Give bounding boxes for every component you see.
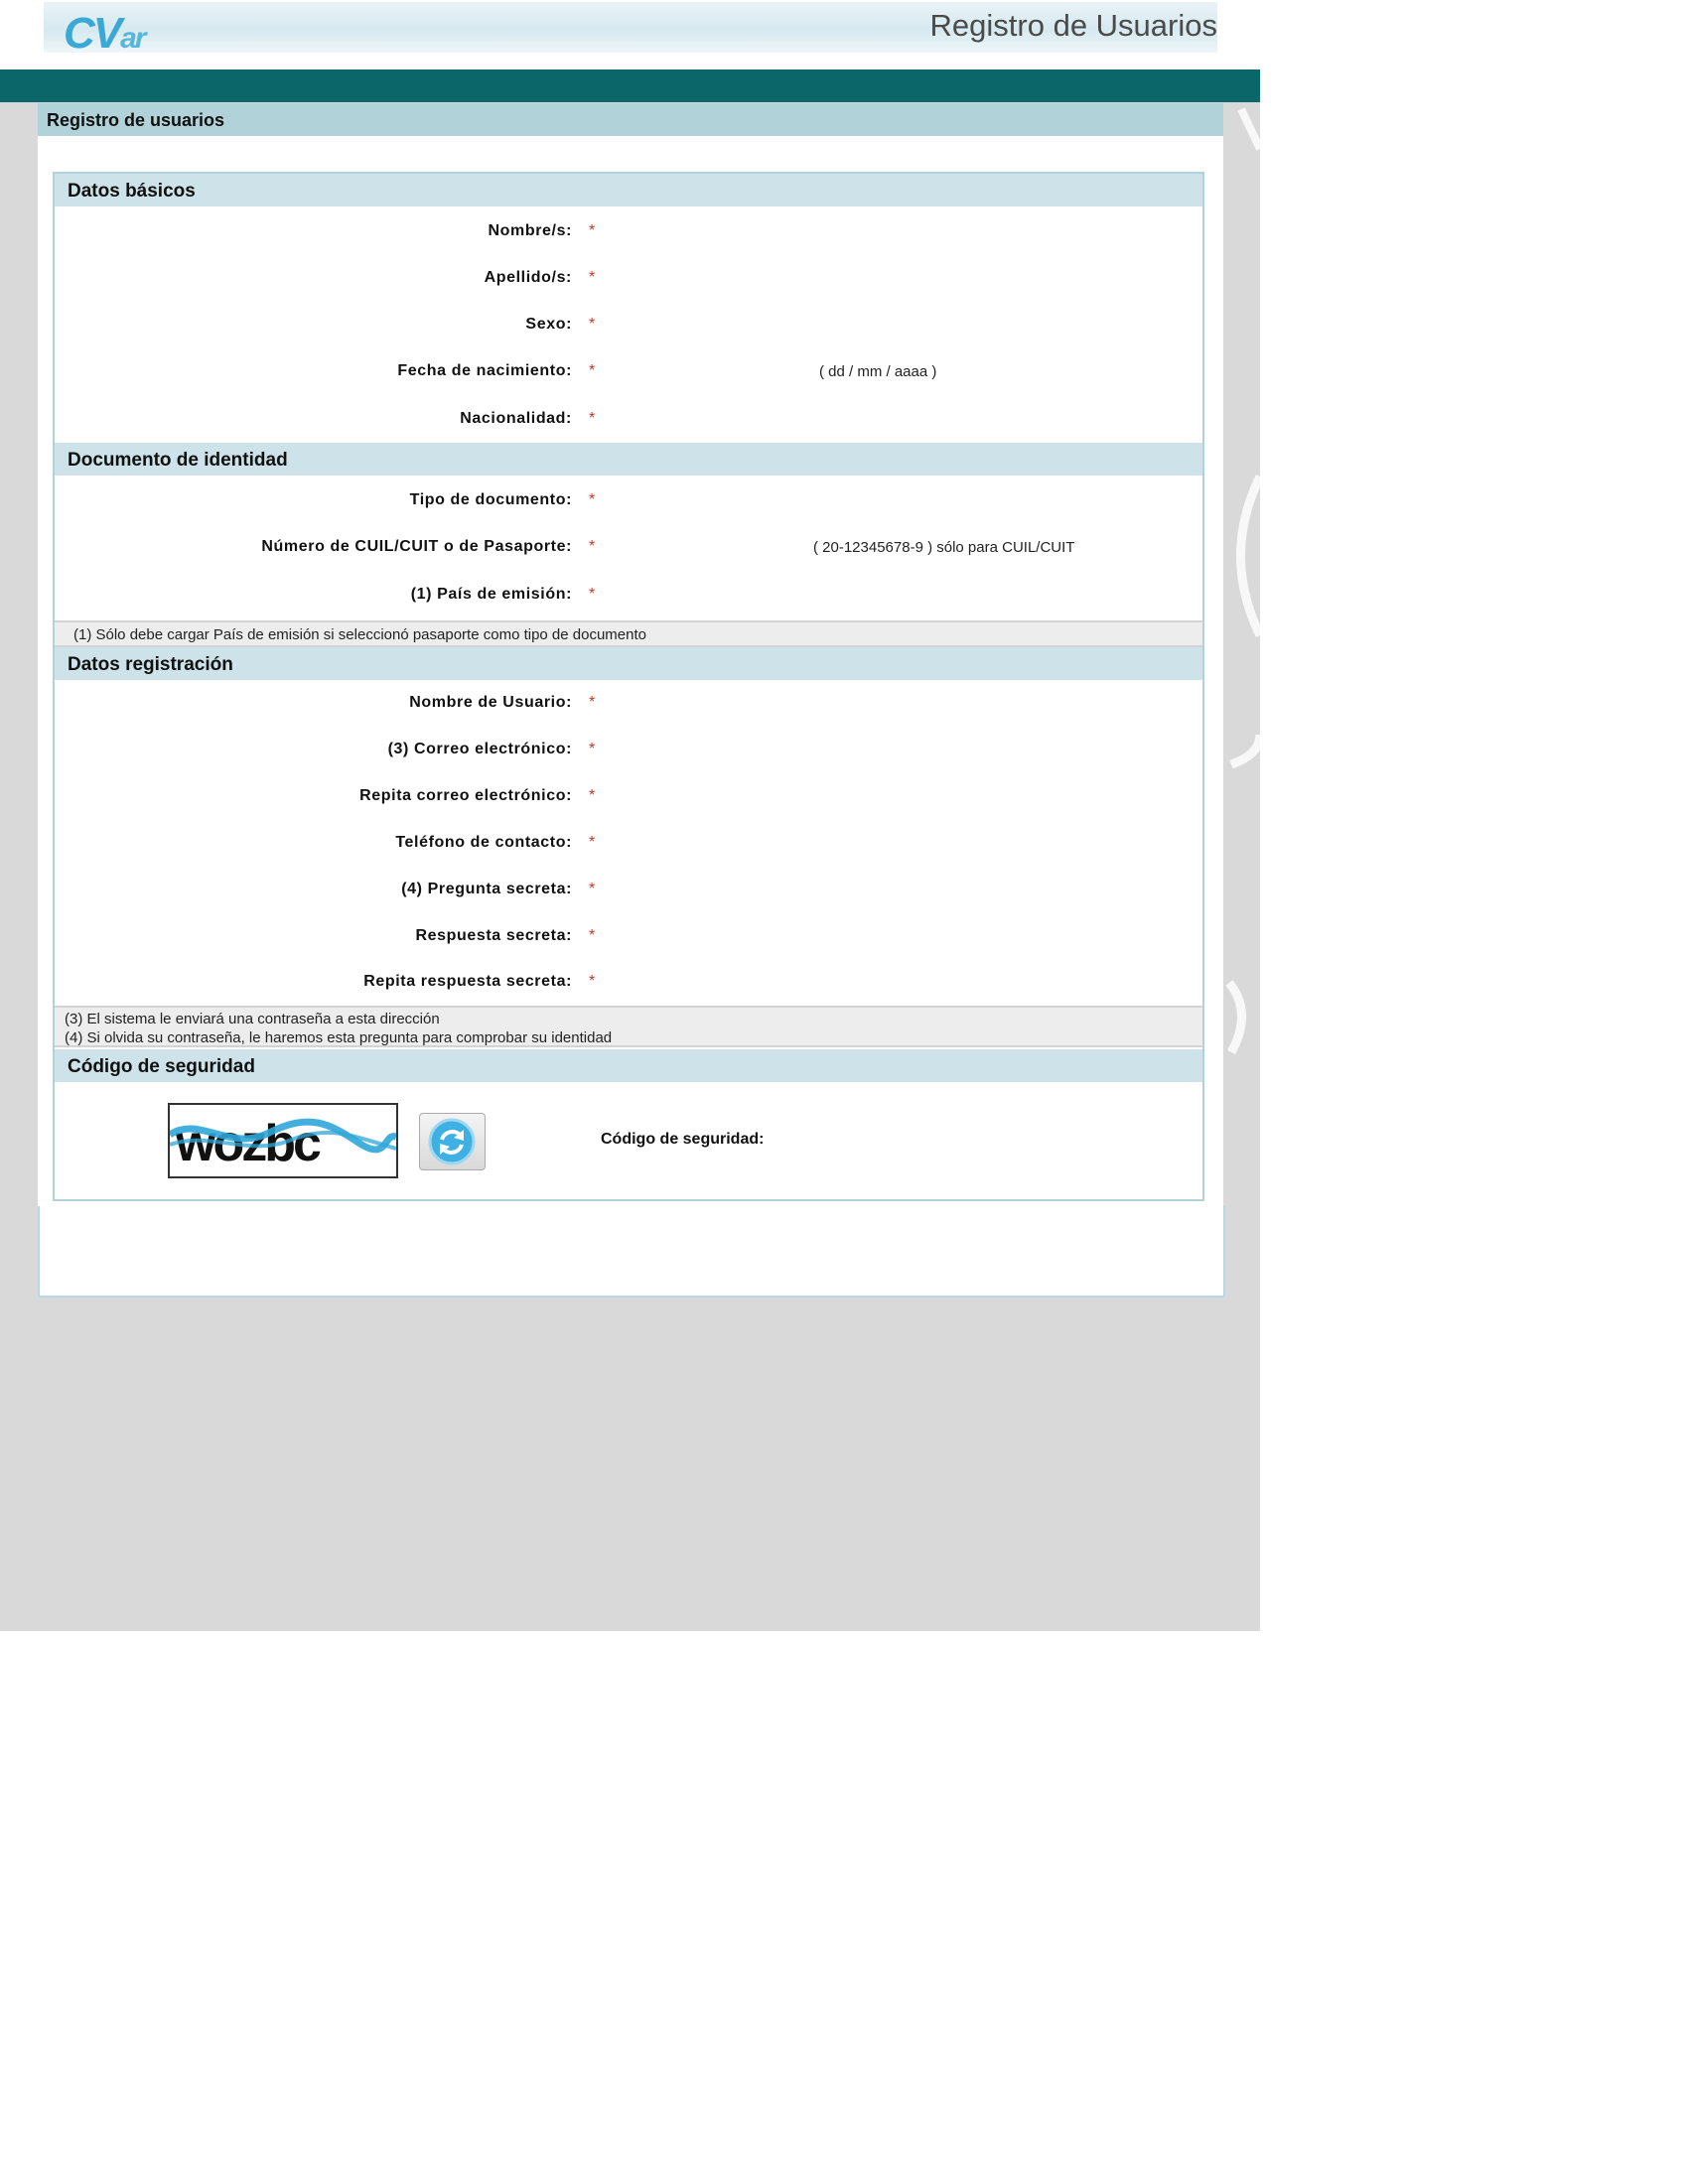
page-title: Registro de usuarios	[47, 110, 225, 130]
footnote-text: (1) Sólo debe cargar País de emisión si …	[73, 626, 646, 643]
label-tipo-documento: Tipo de documento:	[409, 491, 572, 508]
required-marker: *	[589, 491, 596, 508]
required-marker: *	[589, 222, 596, 239]
date-format-hint: ( dd / mm / aaaa )	[819, 363, 937, 380]
label-correo: (3) Correo electrónico:	[387, 741, 572, 757]
captcha-image: wozbc	[168, 1103, 398, 1178]
document-footnote: (1) Sólo debe cargar País de emisión si …	[55, 620, 1202, 647]
cvar-logo[interactable]: CVar	[64, 9, 147, 61]
section-title-security: Código de seguridad	[68, 1056, 255, 1077]
main-panel-header: Registro de usuarios	[38, 103, 1223, 136]
required-marker: *	[589, 694, 596, 711]
label-nombre-usuario: Nombre de Usuario:	[409, 694, 572, 711]
label-telefono: Teléfono de contacto:	[395, 834, 572, 851]
label-nombres: Nombre/s:	[488, 222, 572, 239]
section-title-registration: Datos registración	[68, 654, 233, 675]
label-repita-respuesta: Repita respuesta secreta:	[363, 973, 572, 990]
section-header-registration: Datos registración	[55, 647, 1202, 680]
required-marker: *	[589, 927, 596, 944]
required-marker: *	[589, 538, 596, 555]
label-nacionalidad: Nacionalidad:	[460, 410, 572, 427]
refresh-captcha-button[interactable]	[419, 1113, 486, 1170]
registration-form: Datos básicos Nombre/s: * Apellido/s: * …	[53, 172, 1204, 1201]
required-marker: *	[589, 362, 596, 379]
logo-suffix-text: ar	[120, 22, 146, 55]
navigation-bar	[0, 69, 1260, 102]
footnote-text: (4) Si olvida su contraseña, le haremos …	[65, 1029, 613, 1046]
main-panel-bottom-frame	[38, 1206, 1225, 1297]
top-bar: CVar Registro de Usuarios	[0, 0, 1260, 69]
label-respuesta-secreta: Respuesta secreta:	[415, 927, 572, 944]
logo-main-text: CV	[64, 9, 122, 58]
required-marker: *	[589, 410, 596, 427]
header-banner: CVar Registro de Usuarios	[44, 2, 1217, 56]
required-marker: *	[589, 881, 596, 897]
label-fecha-nacimiento: Fecha de nacimiento:	[397, 362, 572, 379]
captcha-code-label: Código de seguridad:	[601, 1131, 765, 1148]
required-marker: *	[589, 269, 596, 286]
banner-title: Registro de Usuarios	[929, 8, 1217, 43]
required-marker: *	[589, 586, 596, 603]
section-title-document: Documento de identidad	[68, 450, 288, 471]
label-numero-documento: Número de CUIL/CUIT o de Pasaporte:	[261, 538, 572, 555]
footnote-text: (3) El sistema le enviará una contraseña…	[65, 1011, 440, 1027]
cuil-format-hint: ( 20-12345678-9 ) sólo para CUIL/CUIT	[813, 539, 1075, 556]
required-marker: *	[589, 834, 596, 851]
registration-footnotes: (3) El sistema le enviará una contraseña…	[55, 1006, 1202, 1047]
section-header-security: Código de seguridad	[55, 1049, 1202, 1082]
captcha-graphic: wozbc	[170, 1115, 396, 1172]
required-marker: *	[589, 316, 596, 333]
section-title-basic: Datos básicos	[68, 181, 196, 202]
refresh-icon	[428, 1118, 476, 1165]
label-sexo: Sexo:	[525, 316, 572, 333]
required-marker: *	[589, 787, 596, 804]
label-repita-correo: Repita correo electrónico:	[359, 787, 572, 804]
required-marker: *	[589, 741, 596, 757]
label-pais-emision: (1) País de emisión:	[410, 586, 572, 603]
section-header-basic: Datos básicos	[55, 174, 1202, 206]
label-apellidos: Apellido/s:	[484, 269, 572, 286]
required-marker: *	[589, 973, 596, 990]
label-pregunta-secreta: (4) Pregunta secreta:	[401, 881, 572, 897]
section-header-document: Documento de identidad	[55, 443, 1202, 476]
